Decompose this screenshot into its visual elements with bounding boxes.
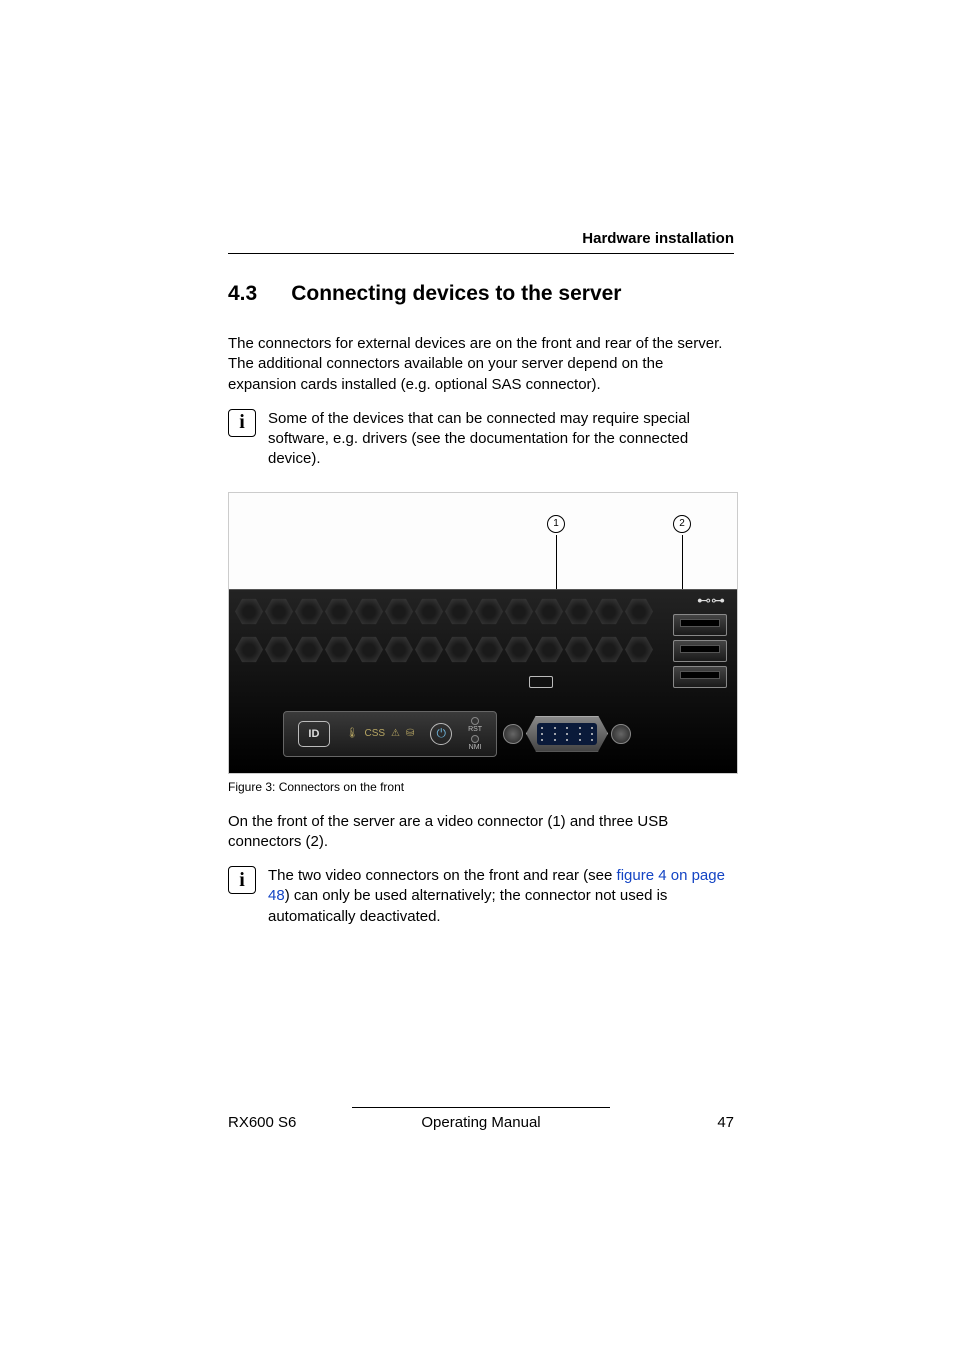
css-icon: CSS: [364, 728, 385, 739]
note2-text-after: ) can only be used alternatively; the co…: [268, 887, 667, 924]
page: Hardware installation 4.3 Connecting dev…: [0, 0, 954, 1351]
callout-2-line: [682, 535, 683, 589]
power-button: ⏻: [430, 723, 452, 745]
callout-1-line: [556, 535, 557, 589]
footer-center: Operating Manual: [228, 1114, 734, 1131]
figure-3-image: 1 2 ⊷⊶: [228, 492, 738, 774]
info-note-2-text: The two video connectors on the front an…: [268, 866, 734, 927]
vga-pins: [537, 723, 597, 745]
footer-rule: [352, 1107, 610, 1108]
info-note-1-text: Some of the devices that can be connecte…: [268, 409, 734, 470]
callout-layer: 1 2: [229, 493, 737, 589]
front-connectors-paragraph: On the front of the server are a video c…: [228, 812, 734, 853]
rst-label: RST: [468, 726, 482, 734]
section-number: 4.3: [228, 282, 257, 306]
small-port: [529, 676, 553, 688]
nmi-hole: [471, 735, 479, 743]
info-note-1: i Some of the devices that can be connec…: [228, 409, 734, 470]
control-panel: ID 🌡 CSS ⚠ ⛁ ⏻ RST NMI: [283, 711, 497, 757]
rst-hole: [471, 717, 479, 725]
note2-text-before: The two video connectors on the front an…: [268, 867, 617, 884]
intro-paragraph: The connectors for external devices are …: [228, 334, 734, 395]
temp-icon: 🌡: [346, 728, 359, 739]
info-note-2: i The two video connectors on the front …: [228, 866, 734, 927]
callout-2: 2: [673, 515, 691, 589]
page-footer: Operating Manual RX600 S6 47: [228, 1107, 734, 1131]
section-title-text: Connecting devices to the server: [291, 282, 621, 306]
ventilation-grid: [235, 598, 665, 672]
section-heading: 4.3 Connecting devices to the server: [228, 282, 734, 306]
usb-port-1: [673, 614, 727, 636]
server-front-panel: ⊷⊶ ID 🌡 CSS ⚠ ⛁ ⏻: [229, 589, 737, 773]
callout-1-number: 1: [547, 515, 565, 533]
vga-screw-left: [503, 724, 523, 744]
info-icon: i: [228, 409, 256, 437]
video-connector: [503, 713, 631, 755]
usb-port-2: [673, 640, 727, 662]
disk-icon: ⛁: [406, 728, 414, 739]
vga-shell: [526, 716, 608, 752]
figure-3-caption: Figure 3: Connectors on the front: [228, 780, 734, 794]
usb-icon: ⊷⊶: [697, 592, 725, 609]
callout-2-number: 2: [673, 515, 691, 533]
callout-1: 1: [547, 515, 565, 589]
warn-icon: ⚠: [391, 728, 400, 739]
usb-port-3: [673, 666, 727, 688]
status-icons: 🌡 CSS ⚠ ⛁: [346, 728, 415, 739]
vga-screw-right: [611, 724, 631, 744]
info-icon: i: [228, 866, 256, 894]
page-header: Hardware installation: [228, 230, 734, 254]
running-header: Hardware installation: [228, 230, 734, 247]
rst-nmi-area: RST NMI: [468, 716, 482, 751]
figure-3: 1 2 ⊷⊶: [228, 492, 734, 794]
id-button: ID: [298, 721, 330, 747]
usb-connectors: [673, 614, 727, 688]
nmi-label: NMI: [468, 744, 482, 752]
